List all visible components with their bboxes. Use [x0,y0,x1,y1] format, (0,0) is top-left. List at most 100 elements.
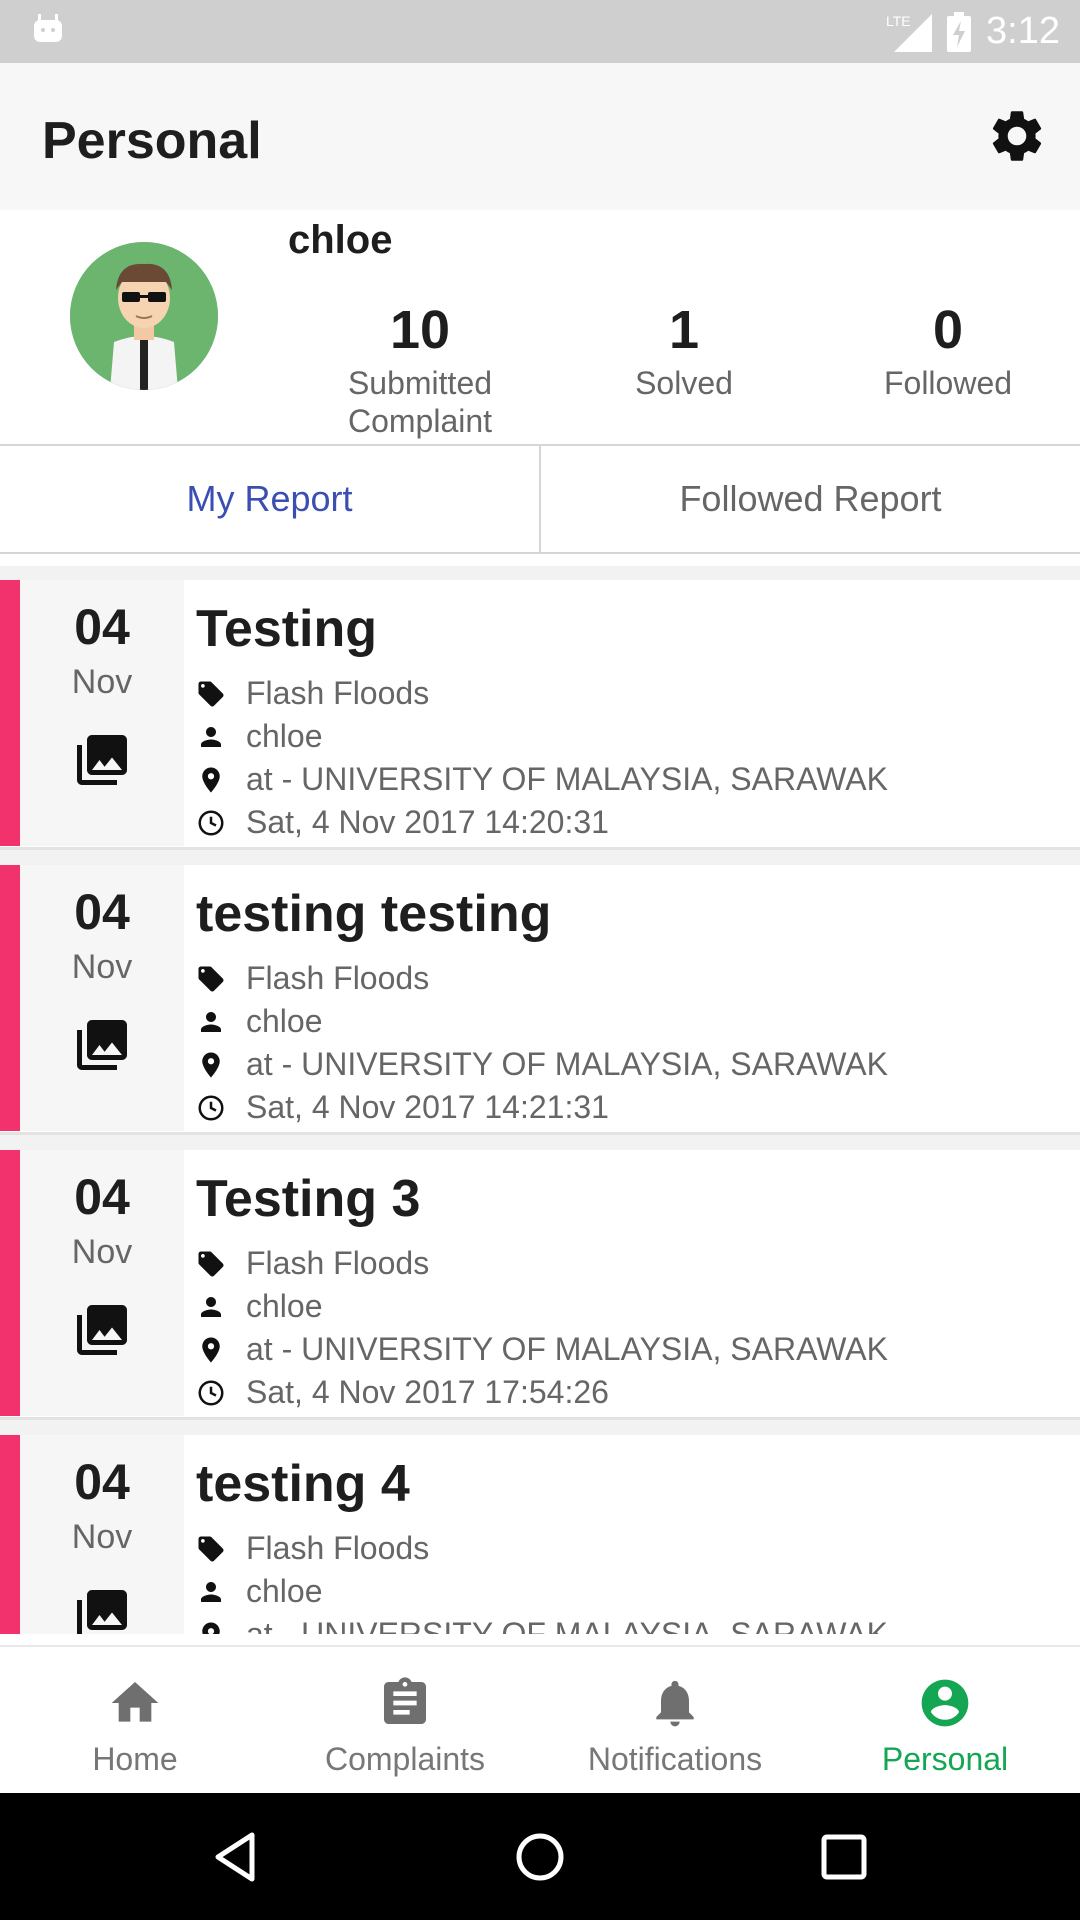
stat-value: 10 [389,300,451,360]
photo-library-icon[interactable] [72,1300,132,1360]
report-user: chloe [246,1573,323,1609]
report-info: testing 4 Flash Floods chloe at - UNIVER… [196,1453,1070,1634]
report-info: Testing 3 Flash Floods chloe at - UNIVER… [196,1168,1070,1414]
report-day: 04 [74,599,130,655]
report-user-row: chloe [196,1570,1070,1613]
recents-icon[interactable] [818,1831,870,1883]
report-title: testing testing [196,885,552,943]
report-category-row: Flash Floods [196,957,1070,1000]
tab-my-report[interactable]: My Report [0,446,539,552]
report-info: testing testing Flash Floods chloe at - … [196,883,1070,1129]
clipboard-icon [384,1677,426,1724]
nav-label: Notifications [587,1741,763,1777]
report-datetime-row: Sat, 4 Nov 2017 14:20:31 [196,801,1070,844]
report-location-row: at - UNIVERSITY OF MALAYSIA, SARAWAK [196,1043,1070,1086]
date-column: 04 Nov [20,580,184,846]
report-month: Nov [71,663,133,701]
report-card[interactable]: 04 Nov testing testing Flash Floods chlo… [0,865,1080,1135]
back-icon[interactable] [210,1831,262,1883]
status-accent-bar [0,865,20,1131]
bell-icon [656,1680,694,1727]
report-title: Testing [196,600,378,658]
status-accent-bar [0,580,20,846]
report-location: at - UNIVERSITY OF MALAYSIA, SARAWAK [246,1046,888,1082]
avatar-illustration [70,242,218,390]
stat-label: Followed [883,365,1013,401]
photo-library-icon[interactable] [72,1015,132,1075]
report-day: 04 [74,1169,130,1225]
home-button-icon[interactable] [514,1831,566,1883]
person-icon [201,1296,221,1317]
photo-library-icon[interactable] [72,1585,132,1634]
report-location: at - UNIVERSITY OF MALAYSIA, SARAWAK [246,761,888,797]
stat-submitted-complaint: 10 Submitted Complaint [290,300,550,440]
tab-followed-report[interactable]: Followed Report [539,446,1080,552]
report-category: Flash Floods [246,960,430,996]
stat-solved: 1 Solved [554,300,814,402]
nav-complaints[interactable]: Complaints [270,1647,540,1793]
report-info: Testing Flash Floods chloe at - UNIVERSI… [196,598,1070,844]
location-pin-icon [202,1337,220,1362]
report-location: at - UNIVERSITY OF MALAYSIA, SARAWAK [246,1616,888,1634]
profile-header: chloe 10 Submitted Complaint 1 Solved 0 … [0,210,1080,446]
tag-icon [198,1251,224,1276]
nav-label: Home [92,1741,178,1777]
date-column: 04 Nov [20,865,184,1131]
report-tabs: My Report Followed Report [0,446,1080,554]
nav-label: Complaints [324,1741,486,1777]
report-category-row: Flash Floods [196,672,1070,715]
date-column: 04 Nov [20,1435,184,1634]
report-datetime: Sat, 4 Nov 2017 14:20:31 [246,804,609,840]
report-day: 04 [74,1454,130,1510]
nav-home[interactable]: Home [0,1647,270,1793]
gear-icon[interactable] [986,105,1048,167]
clock-icon [198,1095,224,1120]
location-pin-icon [202,1622,220,1634]
report-location-row: at - UNIVERSITY OF MALAYSIA, SARAWAK [196,1613,1070,1634]
report-card[interactable]: 04 Nov Testing 3 Flash Floods chloe at -… [0,1150,1080,1420]
status-accent-bar [0,1150,20,1416]
clock-icon [198,810,224,835]
tag-icon [198,966,224,991]
report-category: Flash Floods [246,675,430,711]
stat-followed: 0 Followed [818,300,1078,402]
avatar[interactable] [70,242,218,390]
report-datetime-row: Sat, 4 Nov 2017 14:21:31 [196,1086,1070,1129]
clock: 3:12 [986,10,1060,52]
tag-icon [198,681,224,706]
android-icon [34,14,62,42]
app-bar: Personal [0,63,1080,210]
home-icon [111,1682,159,1722]
report-user-row: chloe [196,715,1070,758]
nav-label: Personal [881,1741,1009,1777]
photo-library-icon[interactable] [72,730,132,790]
report-datetime-row: Sat, 4 Nov 2017 17:54:26 [196,1371,1070,1414]
stat-value: 0 [932,300,964,360]
stat-value: 1 [668,300,700,360]
person-icon [201,1011,221,1032]
report-user: chloe [246,1288,323,1324]
system-navigation-bar [0,1793,1080,1920]
report-card[interactable]: 04 Nov testing 4 Flash Floods chloe at -… [0,1435,1080,1634]
stat-label-line: Submitted [347,365,493,401]
battery-icon [947,11,972,52]
report-category-row: Flash Floods [196,1527,1070,1570]
tag-icon [198,1536,224,1561]
report-day: 04 [74,884,130,940]
status-accent-bar [0,1435,20,1634]
nav-personal[interactable]: Personal [810,1647,1080,1793]
clock-icon [198,1380,224,1405]
svg-text:LTE: LTE [886,13,911,29]
report-list[interactable]: 04 Nov Testing Flash Floods chloe at - U… [0,566,1080,1634]
report-location: at - UNIVERSITY OF MALAYSIA, SARAWAK [246,1331,888,1367]
report-datetime: Sat, 4 Nov 2017 14:21:31 [246,1089,609,1125]
report-card[interactable]: 04 Nov Testing Flash Floods chloe at - U… [0,580,1080,850]
report-location-row: at - UNIVERSITY OF MALAYSIA, SARAWAK [196,1328,1070,1371]
report-month: Nov [71,948,133,986]
report-datetime: Sat, 4 Nov 2017 17:54:26 [246,1374,609,1410]
nav-notifications[interactable]: Notifications [540,1647,810,1793]
stat-label: Submitted Complaint [290,364,550,440]
stat-label-line: Complaint [347,403,493,439]
report-title: testing 4 [196,1455,410,1513]
account-circle-icon [921,1679,969,1727]
